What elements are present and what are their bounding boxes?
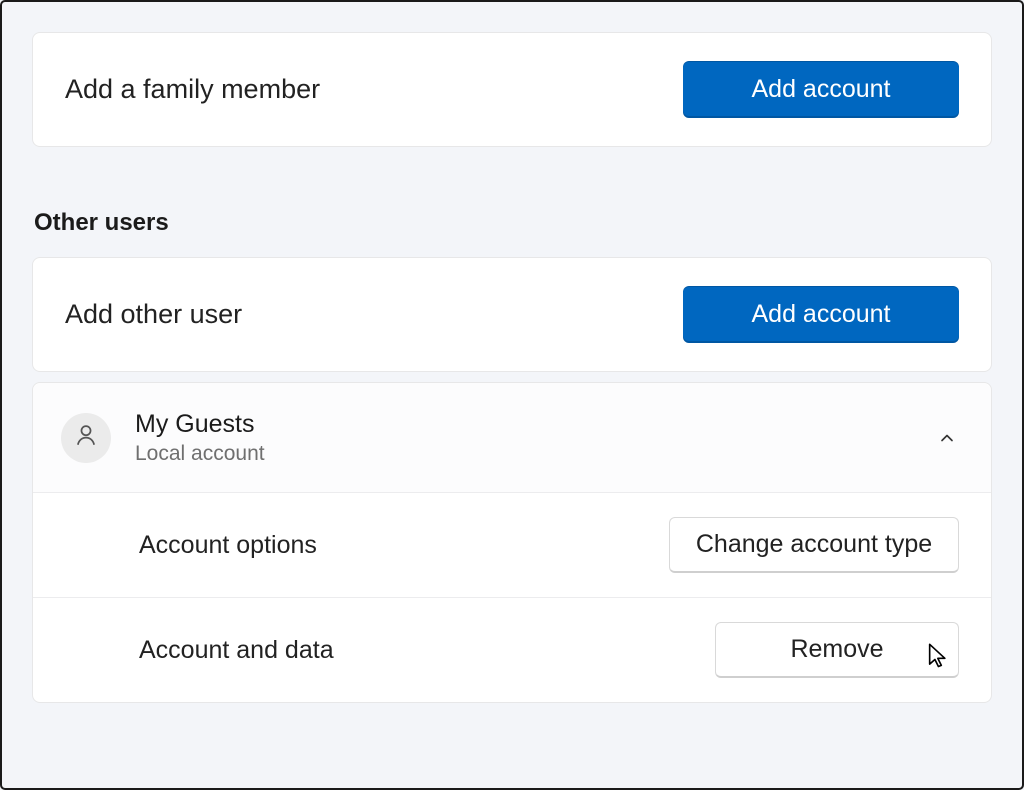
account-and-data-label: Account and data [139,636,334,665]
user-subtitle: Local account [135,441,265,466]
avatar [61,413,111,463]
add-family-label: Add a family member [65,74,320,105]
other-users-heading: Other users [34,209,992,237]
account-options-row: Account options Change account type [33,492,991,597]
add-family-account-button[interactable]: Add account [683,61,959,118]
family-member-card: Add a family member Add account [32,32,992,147]
remove-account-button[interactable]: Remove [715,622,959,678]
add-other-user-row: Add other user Add account [33,258,991,371]
add-other-account-button[interactable]: Add account [683,286,959,343]
user-titles: My Guests Local account [135,409,265,466]
change-account-type-button[interactable]: Change account type [669,517,959,573]
user-account-header[interactable]: My Guests Local account [33,383,991,492]
user-name: My Guests [135,409,265,439]
add-family-row: Add a family member Add account [33,33,991,146]
add-other-user-label: Add other user [65,299,242,330]
person-icon [73,422,99,453]
user-account-card: My Guests Local account Account options … [32,382,992,703]
chevron-up-icon [935,426,959,450]
add-other-user-card: Add other user Add account [32,257,992,372]
account-options-label: Account options [139,531,317,560]
account-and-data-row: Account and data Remove [33,597,991,702]
